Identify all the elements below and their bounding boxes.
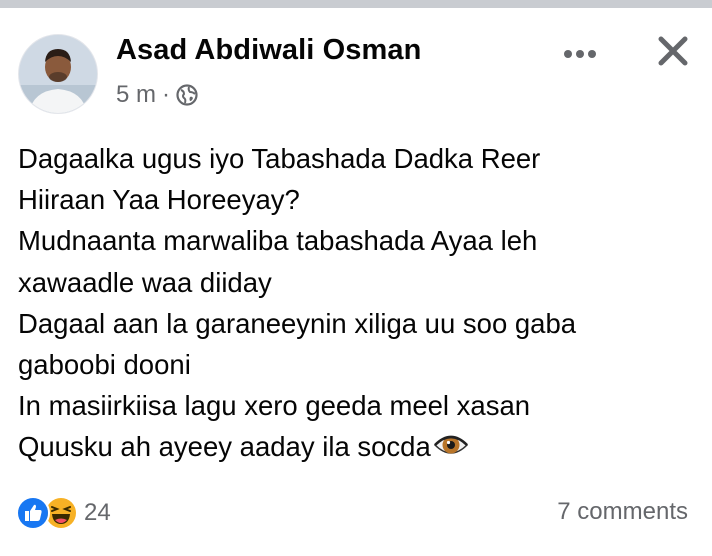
close-icon (658, 36, 688, 66)
author-name[interactable]: Asad Abdiwali Osman (116, 34, 421, 67)
post-line-last: Quusku ah ayeey aaday ila socda (18, 426, 698, 467)
post-time[interactable]: 5 m (116, 81, 156, 109)
more-options-button[interactable] (558, 36, 602, 72)
top-divider (0, 0, 712, 8)
post-line: Dagaal aan la garaneeynin xiliga uu soo … (18, 307, 577, 339)
post-line: In masiirkiisa lagu xero geeda meel xasa… (18, 390, 531, 422)
comments-count-link[interactable]: 7 comments (557, 498, 688, 526)
close-button[interactable] (650, 28, 696, 74)
post-header: Asad Abdiwali Osman 5 m · (0, 8, 712, 118)
like-icon (16, 496, 50, 530)
post-line: xawaadle waa diiday (18, 266, 272, 298)
reactions-summary[interactable]: 24 (16, 496, 111, 530)
globe-icon[interactable] (176, 84, 198, 106)
post-footer: 24 7 comments (0, 490, 712, 536)
post-line: Hiiraan Yaa Horeeyay? (18, 184, 300, 216)
meta-separator: · (162, 81, 171, 108)
post-line: Mudnaanta marwaliba tabashada Ayaa leh (18, 225, 538, 257)
post-meta: 5 m · (116, 81, 198, 109)
post-line: Dagaalka ugus iyo Tabashada Dadka Reer (18, 143, 541, 174)
eye-emoji-icon (433, 430, 469, 460)
post-text: Dagaalka ugus iyo Tabashada Dadka Reer H… (18, 138, 698, 468)
avatar[interactable] (18, 34, 98, 114)
avatar-photo (19, 35, 97, 113)
post-line: gaboobi dooni (18, 349, 191, 381)
reaction-count: 24 (84, 499, 111, 526)
post-line-text: Quusku ah ayeey aaday ila socda (18, 431, 431, 463)
more-horizontal-icon (564, 50, 596, 58)
